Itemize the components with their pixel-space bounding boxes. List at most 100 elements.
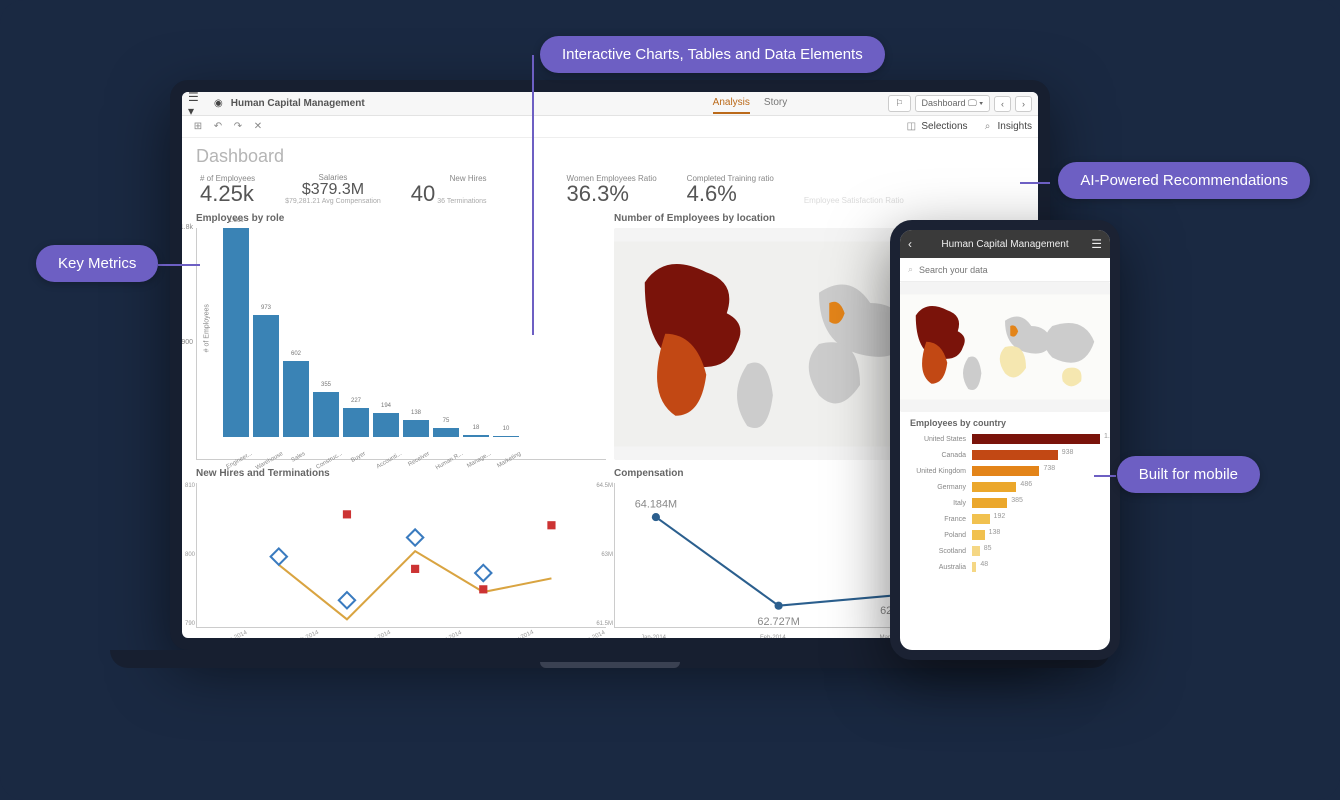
hbar-label: Poland bbox=[910, 532, 966, 539]
bar-category: Receiver bbox=[407, 451, 431, 468]
bar[interactable]: 10Marketing bbox=[493, 436, 519, 437]
tick: 900 bbox=[173, 339, 193, 346]
phone-bars-chart[interactable]: United States1.4k Canada938 United Kingdom… bbox=[900, 430, 1110, 576]
hbar-value: 138 bbox=[989, 529, 1001, 536]
tick: Jan-2014 bbox=[641, 635, 666, 641]
hbar-row[interactable]: United States1.4k bbox=[910, 434, 1100, 444]
hbar-row[interactable]: Germany486 bbox=[910, 482, 1100, 492]
tick: 1.8k bbox=[173, 224, 193, 231]
globe-icon: ◉ bbox=[214, 98, 223, 109]
lasso-icon[interactable]: ⊞ bbox=[188, 121, 208, 132]
callout-line bbox=[1020, 182, 1050, 184]
phone-search[interactable]: ⌕ bbox=[900, 258, 1110, 282]
search-icon: ⌕ bbox=[908, 264, 913, 275]
panel-title: Employees by role bbox=[196, 213, 606, 224]
app-toolbar: ⊞ ↶ ↷ ✕ ◫ Selections ⌕ Insights bbox=[182, 116, 1038, 138]
hbar bbox=[972, 530, 985, 540]
bar-value: 355 bbox=[313, 382, 339, 388]
bar-value: 75 bbox=[433, 418, 459, 424]
hamburger-icon[interactable]: ☰ ▾ bbox=[188, 90, 206, 118]
metric-salaries: Salaries $379.3M $79,281.21 Avg Compensa… bbox=[285, 173, 381, 205]
bar[interactable]: 973Warehouse bbox=[253, 315, 279, 438]
panel-hires-terminations[interactable]: New Hires and Terminations 810 800 790 bbox=[196, 468, 606, 628]
metrics-row: # of Employees 4.25k Salaries $379.3M $7… bbox=[182, 171, 1038, 213]
tick: 790 bbox=[171, 621, 195, 627]
bar[interactable]: 18Manage... bbox=[463, 435, 489, 437]
bar[interactable]: 1.66kEngineer... bbox=[223, 228, 249, 437]
hbar-row[interactable]: Canada938 bbox=[910, 450, 1100, 460]
callout-key-metrics: Key Metrics bbox=[36, 245, 158, 282]
undo-icon[interactable]: ↶ bbox=[208, 121, 228, 132]
dashboard-dropdown[interactable]: Dashboard 🖵 ▾ bbox=[915, 95, 991, 112]
prev-button[interactable]: ‹ bbox=[994, 96, 1011, 112]
callout-mobile: Built for mobile bbox=[1117, 456, 1260, 493]
bar[interactable]: 227Buyer bbox=[343, 408, 369, 437]
axis-label: # of Employees bbox=[204, 304, 211, 352]
clear-icon[interactable]: ✕ bbox=[248, 121, 268, 132]
hbar-row[interactable]: Italy385 bbox=[910, 498, 1100, 508]
hbar-value: 1.4k bbox=[1104, 433, 1117, 440]
phone-map[interactable] bbox=[900, 282, 1110, 412]
bar[interactable]: 138Receiver bbox=[403, 420, 429, 437]
metric-training: Completed Training ratio 4.6% bbox=[687, 174, 774, 205]
hbar-label: Canada bbox=[910, 452, 966, 459]
callout-ai: AI-Powered Recommendations bbox=[1058, 162, 1310, 199]
bar[interactable]: 75Human R... bbox=[433, 428, 459, 437]
bar-value: 227 bbox=[343, 398, 369, 404]
panel-employees-by-role[interactable]: Employees by role # of Employees 1.8k 90… bbox=[196, 213, 606, 460]
bar[interactable]: 194Accounti... bbox=[373, 413, 399, 437]
metric-value: $379.3M bbox=[302, 182, 364, 198]
tick: 800 bbox=[171, 552, 195, 558]
bar-category: Buyer bbox=[350, 451, 367, 464]
hbar-value: 85 bbox=[984, 545, 992, 552]
tick: 810 bbox=[171, 483, 195, 489]
hbar-label: Italy bbox=[910, 500, 966, 507]
hbar bbox=[972, 434, 1100, 444]
hbar-row[interactable]: France192 bbox=[910, 514, 1100, 524]
menu-icon[interactable]: ☰ bbox=[1091, 237, 1102, 251]
app-chrome-top: ☰ ▾ ◉ Human Capital Management Analysis … bbox=[182, 92, 1038, 116]
bar[interactable]: 602Sales bbox=[283, 361, 309, 437]
hbar bbox=[972, 498, 1007, 508]
metric-newhires: New Hires 40 36 Terminations bbox=[411, 174, 487, 205]
callout-line bbox=[1094, 475, 1116, 477]
selections-icon[interactable]: ◫ bbox=[901, 121, 921, 132]
tab-analysis[interactable]: Analysis bbox=[713, 93, 750, 114]
scatter-chart[interactable]: 810 800 790 bbox=[196, 483, 606, 628]
hbar bbox=[972, 562, 976, 572]
bar-value: 1.66k bbox=[223, 218, 249, 224]
metric-value: 40 bbox=[411, 183, 435, 205]
back-icon[interactable]: ‹ bbox=[908, 237, 912, 251]
hbar-row[interactable]: Scotland 85 bbox=[910, 546, 1100, 556]
bookmark-button[interactable]: ⚐ bbox=[888, 95, 910, 112]
hbar-row[interactable]: United Kingdom738 bbox=[910, 466, 1100, 476]
next-button[interactable]: › bbox=[1015, 96, 1032, 112]
bar-category: Sales bbox=[291, 451, 307, 464]
phone-title: Human Capital Management bbox=[941, 239, 1068, 250]
hbar-row[interactable]: Australia48 bbox=[910, 562, 1100, 572]
hbar-value: 192 bbox=[994, 513, 1006, 520]
metric-label: Employee Satisfaction Ratio bbox=[804, 196, 904, 205]
redo-icon[interactable]: ↷ bbox=[228, 121, 248, 132]
hbar-label: Scotland bbox=[910, 548, 966, 555]
metric-label: New Hires bbox=[450, 174, 487, 183]
insights-icon[interactable]: ⌕ bbox=[978, 121, 998, 132]
hbar-label: Australia bbox=[910, 564, 966, 571]
bar-value: 973 bbox=[253, 305, 279, 311]
search-input[interactable] bbox=[919, 265, 1102, 275]
hbar-label: Germany bbox=[910, 484, 966, 491]
page-title: Dashboard bbox=[182, 138, 1038, 171]
callout-interactive: Interactive Charts, Tables and Data Elem… bbox=[540, 36, 885, 73]
bar-chart[interactable]: # of Employees 1.8k 900 1.66kEngineer...… bbox=[196, 228, 606, 460]
bar[interactable]: 355Construc... bbox=[313, 392, 339, 437]
hbar bbox=[972, 514, 990, 524]
selections-label[interactable]: Selections bbox=[921, 121, 967, 132]
hbar-label: United States bbox=[910, 436, 966, 443]
metric-employees: # of Employees 4.25k bbox=[200, 174, 255, 205]
insights-label[interactable]: Insights bbox=[998, 121, 1032, 132]
tab-story[interactable]: Story bbox=[764, 93, 787, 114]
phone-bars-title: Employees by country bbox=[900, 412, 1110, 430]
phone-header: ‹ Human Capital Management ☰ bbox=[900, 230, 1110, 258]
metric-value: 4.25k bbox=[200, 183, 255, 205]
hbar-row[interactable]: Poland 138 bbox=[910, 530, 1100, 540]
